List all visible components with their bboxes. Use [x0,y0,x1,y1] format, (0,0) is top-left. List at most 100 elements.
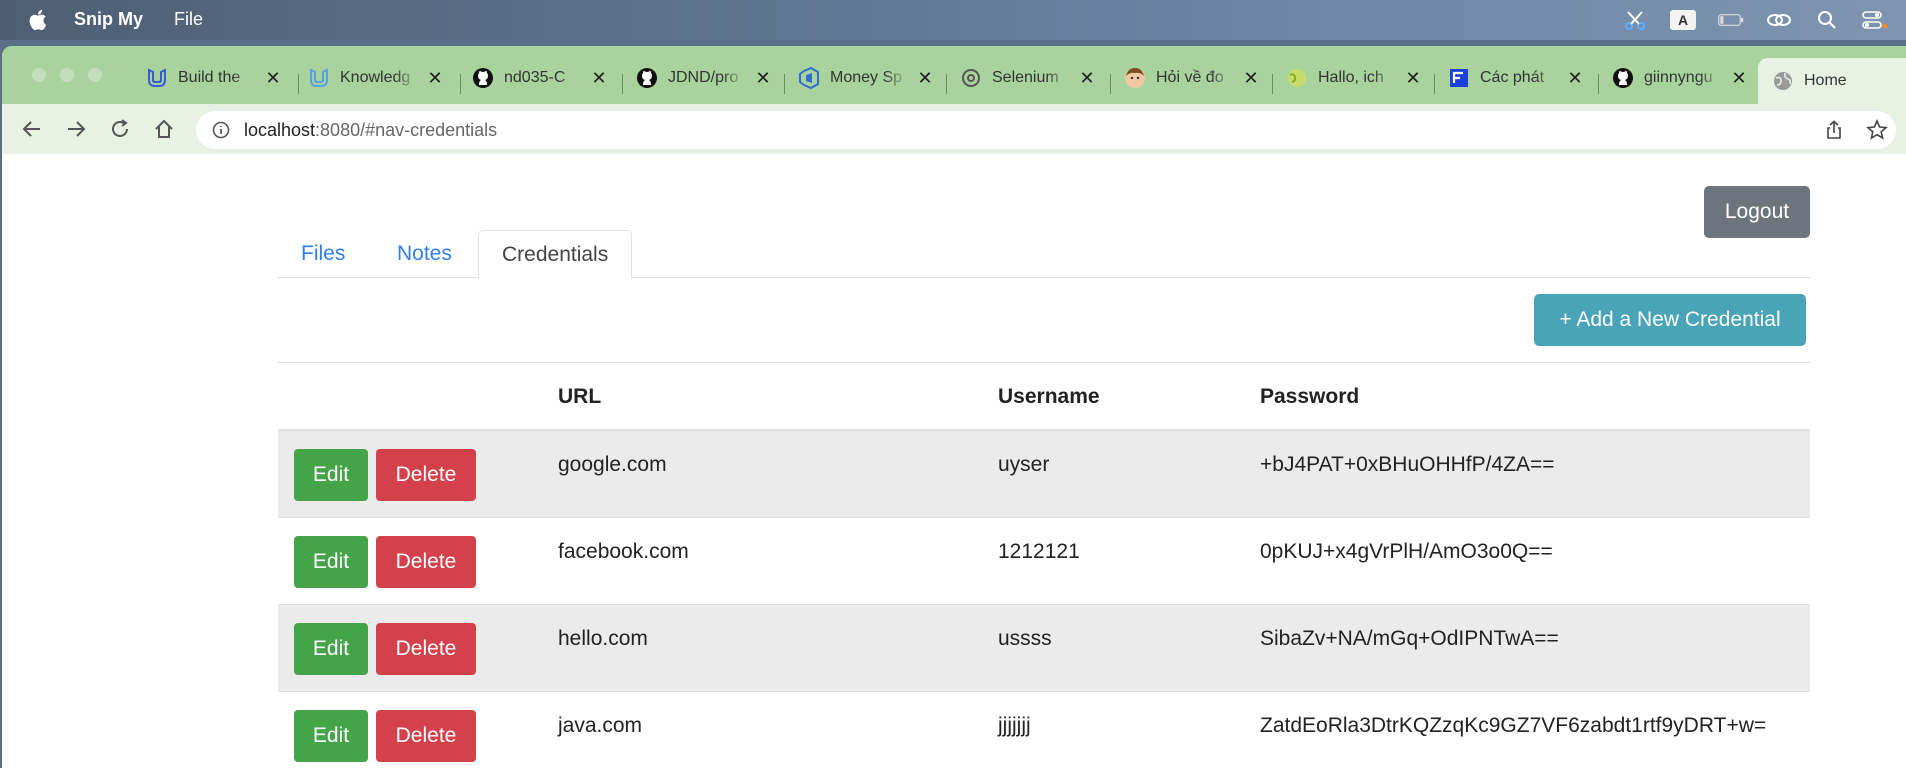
tab-title: Các phát [1480,69,1545,86]
tab-divider [946,74,947,94]
link-icon[interactable] [1766,9,1792,31]
tab-title: Hỏi về đo [1156,69,1224,86]
cell-url: facebook.com [558,540,689,563]
header-url: URL [558,385,602,408]
menu-app-name[interactable]: Snip My [74,9,143,30]
spotlight-search-icon[interactable] [1814,9,1840,31]
battery-icon[interactable] [1718,9,1744,31]
close-tab-icon[interactable]: ✕ [1566,68,1584,88]
input-source-icon[interactable]: A [1670,10,1696,30]
azure-devops-icon [798,67,820,89]
close-tab-icon[interactable]: ✕ [1078,68,1096,88]
browser-tab-active[interactable]: Home ✕ [1758,58,1906,104]
browser-tab[interactable]: giinnyngu ✕ [1612,60,1748,96]
tab-title: Home [1804,72,1847,89]
close-tab-icon[interactable]: ✕ [1242,68,1260,88]
tab-divider [1434,74,1435,94]
add-credential-button[interactable]: + Add a New Credential [1534,294,1806,346]
tab-title: Money Sp [830,69,903,86]
tab-title: Knowledg [340,69,411,86]
control-center-icon[interactable] [1862,9,1888,31]
cell-url: google.com [558,453,667,476]
tab-title: Build the [178,69,241,86]
close-tab-icon[interactable]: ✕ [426,68,444,88]
cell-username: uyser [998,453,1050,476]
delete-button[interactable]: Delete [376,536,476,588]
cell-username: ussss [998,627,1052,650]
browser-window: Build the ✕ Knowledg ✕ nd035-C ✕ JDND/pr… [2,46,1906,768]
address-bar[interactable]: localhost:8080/#nav-credentials [196,111,1896,149]
document-icon [1448,67,1470,89]
tab-divider [1110,74,1111,94]
udacity-icon [146,67,168,89]
url-text[interactable]: localhost:8080/#nav-credentials [244,120,497,141]
back-arrow-icon[interactable] [20,117,44,141]
window-controls [32,68,102,82]
edit-button[interactable]: Edit [294,449,368,501]
tab-title: nd035-C [504,69,566,86]
tab-notes[interactable]: Notes [374,230,475,278]
bookmark-star-icon[interactable] [1866,119,1888,141]
edit-button[interactable]: Edit [294,710,368,762]
tab-credentials[interactable]: Credentials [478,230,633,279]
cell-username: jjjjjjj [998,714,1031,737]
cell-username: 1212121 [998,540,1080,563]
browser-tab[interactable]: Hallo, ich ✕ [1286,60,1422,96]
browser-tab[interactable]: Knowledg ✕ [308,60,444,96]
home-icon[interactable] [152,117,176,141]
close-tab-icon[interactable]: ✕ [1730,68,1748,88]
openai-icon [960,67,982,89]
cell-url: hello.com [558,627,648,650]
zoom-window-icon[interactable] [88,68,102,82]
close-tab-icon[interactable]: ✕ [754,68,772,88]
menu-file[interactable]: File [174,9,203,30]
browser-tab[interactable]: Build the ✕ [146,60,282,96]
apple-logo-icon[interactable] [28,8,48,32]
share-icon[interactable] [1824,120,1844,140]
close-window-icon[interactable] [32,68,46,82]
udacity-icon [308,67,330,89]
browser-toolbar: localhost:8080/#nav-credentials [2,104,1906,154]
edit-button[interactable]: Edit [294,623,368,675]
browser-tab[interactable]: Money Sp ✕ [798,60,934,96]
delete-button[interactable]: Delete [376,449,476,501]
cell-password: SibaZv+NA/mGq+OdIPNTwA== [1260,627,1559,650]
tab-divider [622,74,623,94]
close-tab-icon[interactable]: ✕ [264,68,282,88]
cell-password: +bJ4PAT+0xBHuOHHfP/4ZA== [1260,453,1555,476]
url-path: :8080/#nav-credentials [315,120,498,140]
macos-menu-bar: Snip My File A [0,0,1906,40]
header-password: Password [1260,385,1360,408]
close-tab-icon[interactable]: ✕ [916,68,934,88]
edit-button[interactable]: Edit [294,536,368,588]
tab-files[interactable]: Files [278,230,368,278]
browser-tab[interactable]: Selenium ✕ [960,60,1096,96]
cell-url: java.com [558,714,643,737]
browser-tab[interactable]: JDND/pro ✕ [636,60,772,96]
globe-icon [1286,67,1308,89]
avatar-icon [1124,67,1146,89]
header-username: Username [998,385,1100,408]
tab-divider [460,74,461,94]
tab-title: Hallo, ich [1318,69,1384,86]
delete-button[interactable]: Delete [376,623,476,675]
url-host: localhost [244,120,316,140]
tab-divider [784,74,785,94]
minimize-window-icon[interactable] [60,68,74,82]
browser-tab[interactable]: Hỏi về đo ✕ [1124,60,1260,96]
reload-icon[interactable] [108,117,132,141]
site-info-icon[interactable] [212,121,230,139]
close-tab-icon[interactable]: ✕ [1404,68,1422,88]
browser-tab[interactable]: nd035-C ✕ [472,60,608,96]
cell-password: ZatdEoRla3DtrKQZzqKc9GZ7VF6zabdt1rtf9yDR… [1260,714,1767,737]
forward-arrow-icon[interactable] [64,117,88,141]
table-row: Edit Delete hello.com ussss SibaZv+NA/mG… [278,605,1810,692]
delete-button[interactable]: Delete [376,710,476,762]
tab-title: giinnyngu [1644,69,1713,86]
tab-divider [1598,74,1599,94]
browser-tab[interactable]: Các phát ✕ [1448,60,1584,96]
github-icon [472,67,494,89]
scissors-icon[interactable] [1622,9,1648,31]
close-tab-icon[interactable]: ✕ [590,68,608,88]
table-header: URL Username Password [278,363,1810,431]
